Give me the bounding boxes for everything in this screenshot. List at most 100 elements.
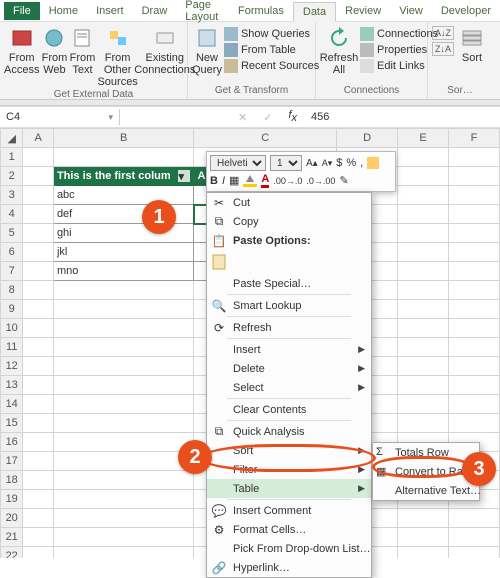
cell[interactable]	[398, 547, 449, 559]
btn-from-access[interactable]: From Access	[4, 24, 39, 76]
cell[interactable]	[53, 319, 194, 338]
col-E[interactable]: E	[398, 129, 449, 148]
cell[interactable]	[23, 547, 54, 559]
btn-connections[interactable]: Connections	[360, 26, 438, 42]
cell[interactable]	[53, 433, 194, 452]
cell[interactable]	[449, 547, 500, 559]
formula-bar[interactable]: 456	[305, 109, 500, 125]
cell[interactable]	[449, 281, 500, 300]
row-header[interactable]: 13	[1, 376, 23, 395]
cell[interactable]	[23, 167, 54, 186]
tab-developer[interactable]: Developer	[432, 2, 500, 20]
cell[interactable]	[53, 376, 194, 395]
cell[interactable]	[449, 395, 500, 414]
cell[interactable]	[449, 186, 500, 205]
row-header[interactable]: 4	[1, 205, 23, 224]
mi-insert-comment[interactable]: 💬Insert Comment	[207, 501, 371, 520]
btn-refresh-all[interactable]: Refresh All	[320, 24, 358, 76]
filter-dropdown-icon[interactable]: ▾	[178, 170, 190, 182]
enter-icon[interactable]: ✓	[255, 111, 280, 124]
mi-totals-row[interactable]: ΣTotals Row	[373, 443, 479, 462]
cell[interactable]	[23, 186, 54, 205]
mi-hyperlink[interactable]: 🔗Hyperlink…	[207, 558, 371, 577]
btn-from-table[interactable]: From Table	[224, 42, 319, 58]
mi-format-cells[interactable]: ⚙Format Cells…	[207, 520, 371, 539]
mi-alt-text[interactable]: Alternative Text…	[373, 481, 479, 500]
cell[interactable]	[449, 262, 500, 281]
cell[interactable]	[449, 167, 500, 186]
cell[interactable]	[449, 300, 500, 319]
fontsize-select[interactable]: 10	[270, 155, 302, 171]
row-header[interactable]: 3	[1, 186, 23, 205]
cell[interactable]	[23, 205, 54, 224]
cell[interactable]	[398, 509, 449, 528]
tab-draw[interactable]: Draw	[133, 2, 177, 20]
cell[interactable]	[398, 395, 449, 414]
row-header[interactable]: 12	[1, 357, 23, 376]
mi-paste-default[interactable]	[207, 250, 371, 274]
row-header[interactable]: 10	[1, 319, 23, 338]
percent-icon[interactable]: %	[346, 157, 356, 169]
mi-quick-analysis[interactable]: ⧉Quick Analysis	[207, 422, 371, 441]
comma-icon[interactable]: ,	[360, 157, 363, 169]
bold-icon[interactable]: B	[210, 175, 218, 187]
mi-table[interactable]: Table▶	[207, 479, 371, 498]
cell[interactable]	[449, 338, 500, 357]
cell[interactable]	[23, 452, 54, 471]
row-header[interactable]: 9	[1, 300, 23, 319]
row-header[interactable]: 15	[1, 414, 23, 433]
cell[interactable]	[53, 547, 194, 559]
cell[interactable]	[53, 395, 194, 414]
btn-from-other[interactable]: From Other Sources	[97, 24, 137, 88]
cancel-icon[interactable]: ✕	[230, 111, 255, 124]
cell[interactable]	[398, 167, 449, 186]
row-header[interactable]: 14	[1, 395, 23, 414]
btn-show-queries[interactable]: Show Queries	[224, 26, 319, 42]
mi-clear[interactable]: Clear Contents	[207, 400, 371, 419]
font-select[interactable]: Helvetica	[210, 155, 266, 171]
row-header[interactable]: 1	[1, 148, 23, 167]
cell[interactable]	[23, 357, 54, 376]
cell[interactable]	[398, 376, 449, 395]
btn-recent-sources[interactable]: Recent Sources	[224, 58, 319, 74]
cell[interactable]	[398, 281, 449, 300]
cell[interactable]	[53, 471, 194, 490]
cell[interactable]	[53, 300, 194, 319]
cell[interactable]	[23, 319, 54, 338]
cell[interactable]	[23, 376, 54, 395]
format-painter-icon[interactable]: ✎	[339, 174, 348, 187]
cell[interactable]	[398, 338, 449, 357]
cell[interactable]	[23, 338, 54, 357]
mi-cut[interactable]: ✂Cut	[207, 193, 371, 212]
inc-font-icon[interactable]: A▴	[306, 158, 318, 169]
cell[interactable]	[53, 281, 194, 300]
col-D[interactable]: D	[337, 129, 398, 148]
cell[interactable]	[53, 148, 194, 167]
cell[interactable]	[23, 243, 54, 262]
mi-select[interactable]: Select▶	[207, 378, 371, 397]
mi-refresh[interactable]: ⟳Refresh	[207, 318, 371, 337]
cell[interactable]	[53, 357, 194, 376]
btn-sort-az[interactable]: A↓Z	[432, 26, 454, 40]
cell[interactable]	[53, 509, 194, 528]
mi-smart-lookup[interactable]: 🔍Smart Lookup	[207, 296, 371, 315]
col-B[interactable]: B	[53, 129, 194, 148]
cell[interactable]	[23, 148, 54, 167]
fill-color-icon[interactable]	[243, 175, 257, 187]
col-F[interactable]: F	[449, 129, 500, 148]
row-header[interactable]: 11	[1, 338, 23, 357]
cell[interactable]	[23, 300, 54, 319]
btn-properties[interactable]: Properties	[360, 42, 438, 58]
cell[interactable]	[53, 338, 194, 357]
cell[interactable]: jkl	[53, 243, 194, 262]
mi-copy[interactable]: ⧉Copy	[207, 212, 371, 231]
cell[interactable]	[449, 509, 500, 528]
cell[interactable]	[23, 509, 54, 528]
fx-icon[interactable]: fx	[280, 109, 305, 124]
cell[interactable]	[398, 319, 449, 338]
row-header[interactable]: 21	[1, 528, 23, 547]
row-header[interactable]: 20	[1, 509, 23, 528]
cell[interactable]	[53, 414, 194, 433]
inc-decimal-icon[interactable]: .0→.00	[306, 176, 335, 186]
btn-sort-za[interactable]: Z↓A	[432, 42, 454, 56]
